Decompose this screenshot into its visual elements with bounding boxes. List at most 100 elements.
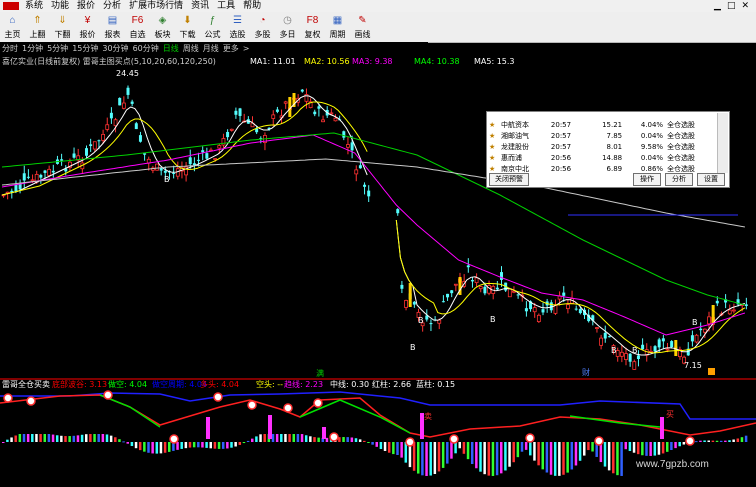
histogram-bar xyxy=(412,442,416,471)
analyze-button[interactable]: 分析 xyxy=(665,173,693,186)
histogram-bar xyxy=(89,434,92,442)
menu-system[interactable]: 系统 xyxy=(21,0,47,12)
histogram-bar xyxy=(396,442,399,455)
adjust-icon: F8 xyxy=(306,15,319,26)
period-tab-6[interactable]: 日线 xyxy=(161,44,181,53)
period-tab-3[interactable]: 15分钟 xyxy=(70,44,100,53)
alert-row[interactable]: ★ 湘邮油气 20:57 7.85 0.04% 全仓选股 xyxy=(487,130,715,141)
toolbar-button-4[interactable]: ▤ 报表 xyxy=(100,12,125,42)
period-tab-5[interactable]: 60分钟 xyxy=(131,44,161,53)
histogram-bar xyxy=(446,442,449,464)
menu-news[interactable]: 资讯 xyxy=(187,0,213,12)
toolbar-button-6[interactable]: ◈ 板块 xyxy=(150,12,175,42)
histogram-bar xyxy=(475,442,478,469)
maximize-icon[interactable]: □ xyxy=(724,0,739,12)
toolbar-button-2[interactable]: ⇓ 下翻 xyxy=(50,12,75,42)
histogram-bar xyxy=(26,434,30,442)
toolbar-button-3[interactable]: ¥ 报价 xyxy=(75,12,100,42)
candle-body xyxy=(466,265,470,268)
candle-body xyxy=(429,323,433,325)
candle-body xyxy=(118,97,122,106)
alert-row[interactable]: ★ 惠而浦 20:56 14.88 0.04% 全仓选股 xyxy=(487,152,715,163)
candle-body xyxy=(690,335,694,342)
alert-time: 20:56 xyxy=(550,153,572,162)
candle-body xyxy=(396,209,400,214)
toolbar-button-1[interactable]: ⇑ 上翻 xyxy=(25,12,50,42)
toolbar-button-13[interactable]: ▦ 周期 xyxy=(325,12,350,42)
toolbar-button-10[interactable]: ◔ 多股 xyxy=(250,12,275,42)
histogram-bar xyxy=(479,442,482,472)
histogram-bar xyxy=(10,437,13,442)
close-icon[interactable]: ✕ xyxy=(738,0,752,12)
histogram-bar xyxy=(346,437,349,442)
histogram-bar xyxy=(666,442,669,452)
histogram-bar xyxy=(736,438,740,442)
toolbar-button-label: 下翻 xyxy=(54,30,71,39)
alert-row[interactable]: ★ 龙建股份 20:57 8.01 9.58% 全仓选股 xyxy=(487,141,715,152)
candle-body xyxy=(661,338,665,342)
toolbar-button-label: 复权 xyxy=(304,30,321,39)
minimize-icon[interactable]: ▁ xyxy=(711,0,724,12)
histogram-bar xyxy=(483,442,486,475)
low-price-label: 7.15 xyxy=(684,361,702,370)
toolbar-button-14[interactable]: ✎ 画线 xyxy=(350,12,375,42)
formula-icon: ƒ xyxy=(209,15,216,26)
toolbar-button-7[interactable]: ⬇ 下载 xyxy=(175,12,200,42)
histogram-bar xyxy=(143,442,146,452)
histogram-bar xyxy=(620,442,623,476)
histogram-bar xyxy=(715,440,719,442)
candle-body xyxy=(234,110,238,115)
histogram-bar xyxy=(541,442,544,470)
histogram-bar xyxy=(562,442,565,475)
toolbar-button-11[interactable]: ◷ 多日 xyxy=(275,12,300,42)
histogram-bar xyxy=(545,442,549,473)
settings-button[interactable]: 设置 xyxy=(697,173,725,186)
period-tab-2[interactable]: 5分钟 xyxy=(45,44,70,53)
histogram-bar xyxy=(221,442,225,449)
histogram-bar xyxy=(574,442,578,466)
period-tab-4[interactable]: 30分钟 xyxy=(100,44,130,53)
menu-function[interactable]: 功能 xyxy=(47,0,73,12)
menu-quote[interactable]: 报价 xyxy=(73,0,99,12)
toolbar-button-12[interactable]: F8 复权 xyxy=(300,12,325,42)
candle-body xyxy=(313,111,317,115)
toolbar-button-8[interactable]: ƒ 公式 xyxy=(200,12,225,42)
period-tab-7[interactable]: 周线 xyxy=(181,44,201,53)
action-button[interactable]: 操作 xyxy=(633,173,661,186)
close-alert-button[interactable]: 关闭预警 xyxy=(489,173,529,186)
period-tab-9[interactable]: 更多 xyxy=(221,44,241,53)
period-tab-1[interactable]: 1分钟 xyxy=(20,44,45,53)
period-tab-8[interactable]: 月线 xyxy=(201,44,221,53)
histogram-bar xyxy=(728,440,731,442)
indicator-value-8: 蓝柱: 0.15 xyxy=(416,379,455,389)
alert-name: 惠而浦 xyxy=(501,153,522,162)
alert-scrollbar[interactable] xyxy=(717,113,728,173)
menu-tools[interactable]: 工具 xyxy=(213,0,239,12)
toolbar-button-label: 多股 xyxy=(254,30,271,39)
histogram-bar xyxy=(558,442,561,476)
period-more-arrow-icon[interactable]: > xyxy=(241,44,252,53)
candle-body-yellow xyxy=(408,283,412,307)
period-tab-0[interactable]: 分时 xyxy=(0,44,20,53)
candle-body xyxy=(275,109,279,112)
toolbar-button-label: 板块 xyxy=(154,30,171,39)
menu-analysis[interactable]: 分析 xyxy=(99,0,125,12)
candle-body xyxy=(22,173,26,181)
menu-help[interactable]: 帮助 xyxy=(239,0,265,12)
alert-time: 20:57 xyxy=(550,131,572,140)
histogram-bar xyxy=(744,435,748,442)
histogram-bar xyxy=(259,434,262,442)
candle-body xyxy=(358,165,362,169)
favorites-icon: F6 xyxy=(131,15,144,26)
toolbar-button-5[interactable]: F6 自选 xyxy=(125,12,150,42)
toolbar-button-0[interactable]: ⌂ 主页 xyxy=(0,12,25,42)
indicator-value-5: 趋线: 2.23 xyxy=(284,379,323,389)
alert-pct: 9.58% xyxy=(640,142,664,151)
candle-body xyxy=(507,288,512,298)
histogram-bar xyxy=(524,442,528,450)
toolbar-button-label: 选股 xyxy=(229,30,246,39)
toolbar-button-9[interactable]: ☰ 选股 xyxy=(225,12,250,42)
alert-row[interactable]: ★ 中航资本 20:57 15.21 4.04% 全仓选股 xyxy=(487,119,715,130)
candle-body xyxy=(483,286,487,294)
menu-extended-market[interactable]: 扩展市场行情 xyxy=(125,0,187,12)
